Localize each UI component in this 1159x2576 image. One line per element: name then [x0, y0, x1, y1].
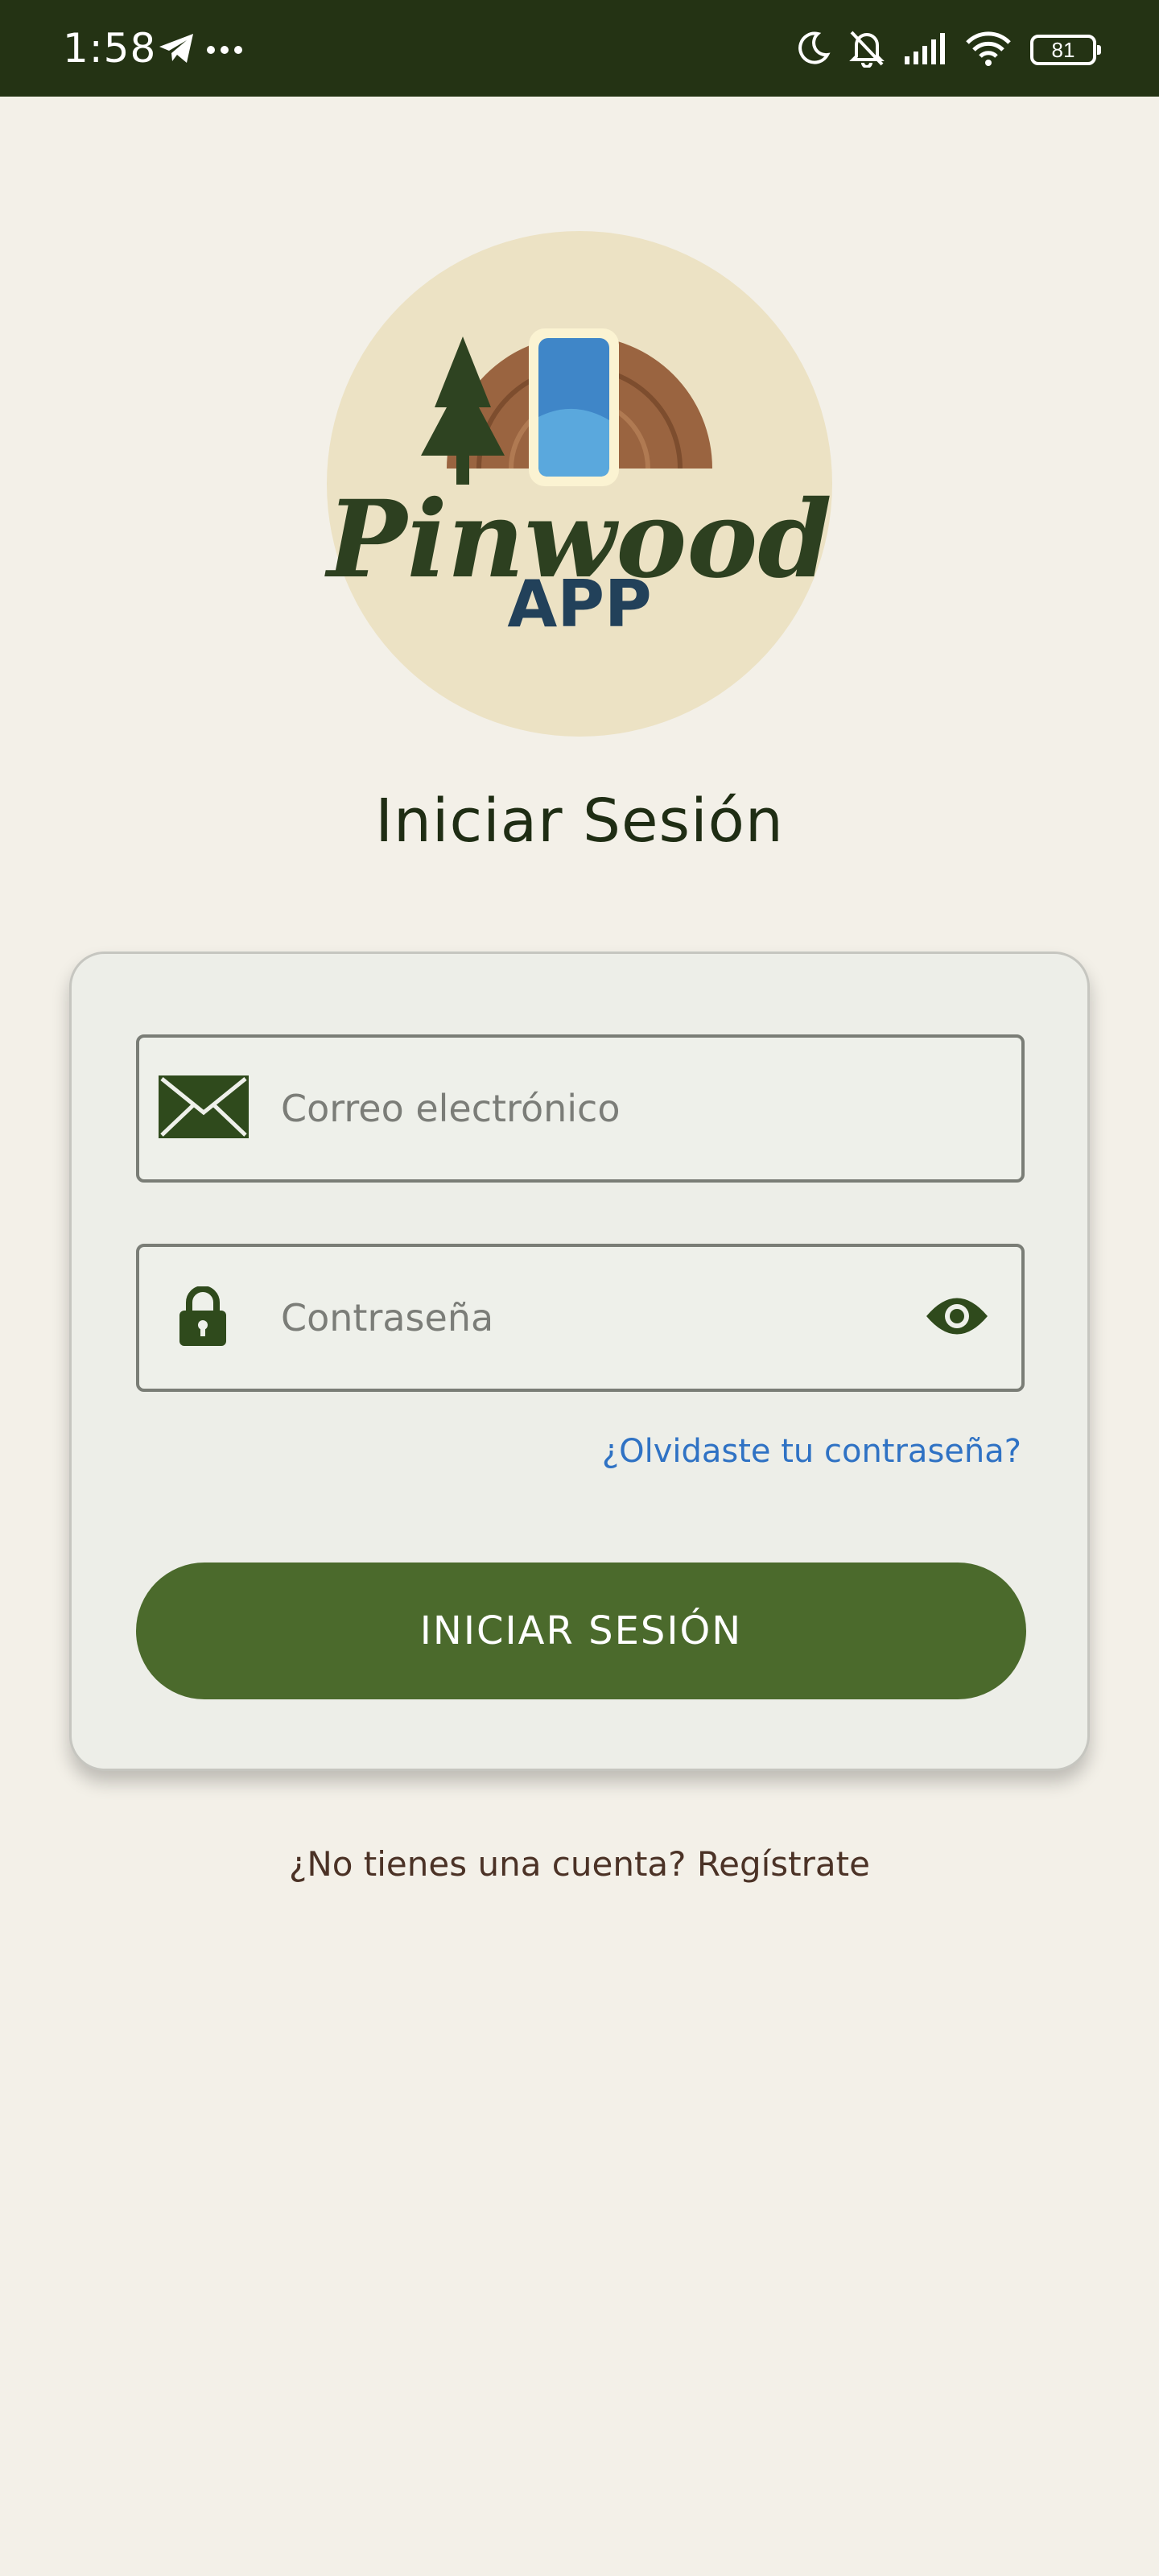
password-field[interactable] — [136, 1244, 1025, 1392]
envelope-icon — [159, 1075, 249, 1141]
app-logo: Pinwood APP — [326, 230, 833, 737]
status-left-icons — [158, 31, 243, 69]
battery-level: 81 — [1051, 38, 1075, 62]
battery-icon: 81 — [1030, 35, 1101, 65]
more-dots-icon — [206, 43, 243, 58]
moon-icon — [795, 31, 831, 69]
no-account-text: ¿No tienes una cuenta? — [289, 1844, 687, 1884]
email-input[interactable] — [281, 1038, 893, 1179]
status-bar: 1:58 81 — [0, 0, 1159, 97]
eye-icon[interactable] — [925, 1294, 989, 1341]
lock-icon — [178, 1286, 228, 1349]
status-right-icons: 81 — [795, 27, 1101, 72]
signal-icon — [903, 32, 947, 68]
wifi-icon — [964, 30, 1013, 70]
login-button[interactable]: INICIAR SESIÓN — [136, 1563, 1026, 1699]
forgot-password-link[interactable]: ¿Olvidaste tu contraseña? — [602, 1429, 1021, 1474]
login-card: ¿Olvidaste tu contraseña? INICIAR SESIÓN — [69, 952, 1090, 1771]
logo-subtitle-text: APP — [507, 567, 652, 642]
password-input[interactable] — [281, 1247, 893, 1389]
email-field[interactable] — [136, 1034, 1025, 1183]
register-link[interactable]: Regístrate — [697, 1844, 870, 1884]
register-prompt: ¿No tienes una cuenta? Regístrate — [0, 1840, 1159, 1889]
status-time: 1:58 — [63, 25, 157, 72]
page-title: Iniciar Sesión — [375, 786, 784, 856]
telegram-icon — [158, 32, 195, 68]
bell-off-icon — [848, 29, 885, 71]
